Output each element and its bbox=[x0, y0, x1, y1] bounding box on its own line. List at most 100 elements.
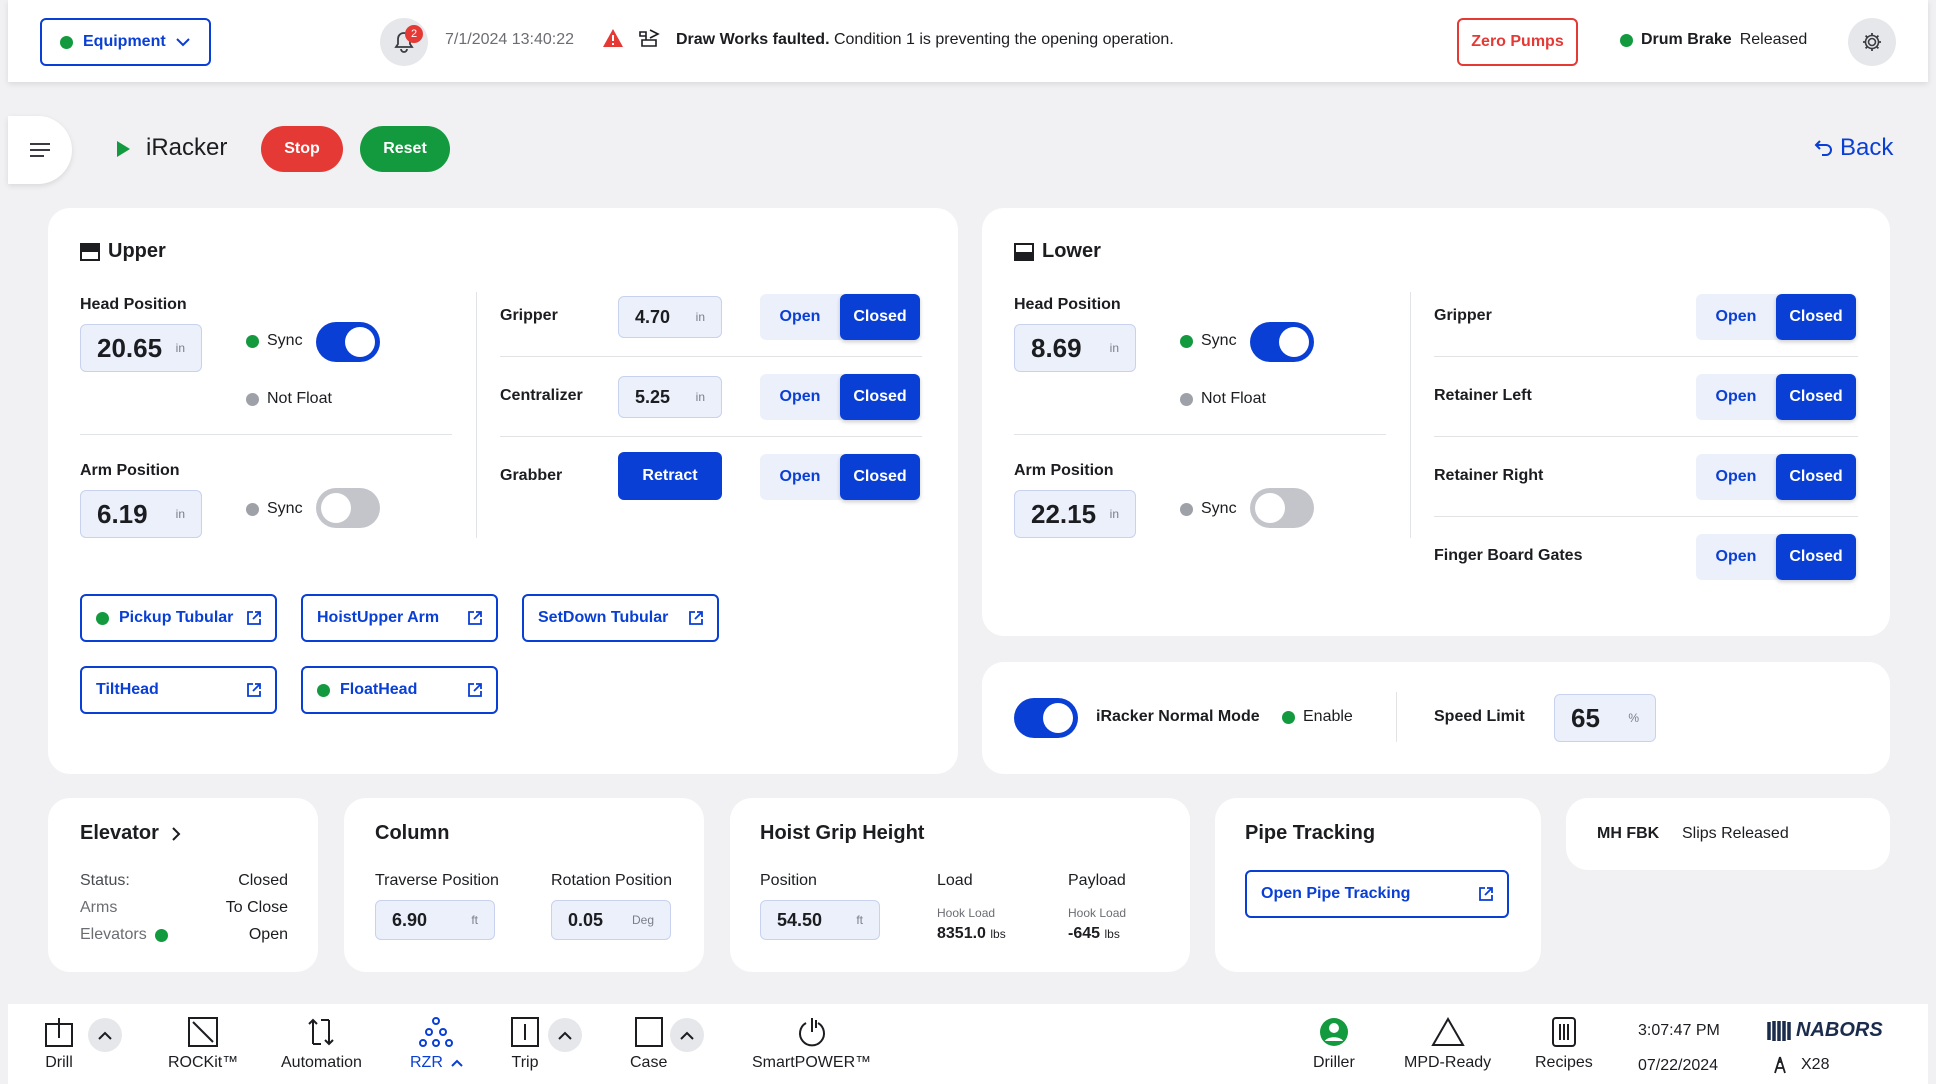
timestamp: 7/1/2024 13:40:22 bbox=[445, 31, 575, 48]
hoist-upper-arm-button[interactable]: HoistUpper Arm bbox=[301, 594, 498, 642]
upper-arm-position-value: 6.19 bbox=[97, 498, 148, 529]
payload-value: -645 bbox=[1068, 925, 1101, 942]
status-dot-icon bbox=[1180, 334, 1193, 348]
toggle-knob bbox=[1043, 703, 1073, 733]
open-button[interactable]: Open bbox=[1696, 534, 1776, 580]
lower-arm-position-field[interactable]: 22.15 in bbox=[1014, 490, 1136, 538]
tilt-head-button[interactable]: TiltHead bbox=[80, 666, 277, 714]
external-link-icon bbox=[247, 683, 261, 697]
zero-pumps-button[interactable]: Zero Pumps bbox=[1457, 18, 1578, 66]
menu-button[interactable] bbox=[8, 116, 72, 184]
finger-board-gates-label: Finger Board Gates bbox=[1434, 547, 1583, 564]
retract-button[interactable]: Retract bbox=[618, 452, 722, 500]
taskbar-automation[interactable]: Automation bbox=[281, 1016, 362, 1072]
upper-head-sync-toggle[interactable] bbox=[316, 322, 380, 362]
rig-tower-icon bbox=[1774, 1056, 1786, 1074]
lower-head-position-label: Head Position bbox=[1014, 296, 1121, 313]
upper-centralizer-field[interactable]: 5.25 in bbox=[618, 376, 722, 418]
upper-gripper-field[interactable]: 4.70 in bbox=[618, 296, 722, 338]
pickup-tubular-label: Pickup Tubular bbox=[119, 609, 234, 626]
fault-detail: Condition 1 is preventing the opening op… bbox=[829, 31, 1174, 48]
closed-button[interactable]: Closed bbox=[1776, 374, 1856, 420]
speed-limit-field[interactable]: 65 % bbox=[1554, 694, 1656, 742]
closed-button[interactable]: Closed bbox=[1776, 294, 1856, 340]
taskbar-recipes[interactable]: Recipes bbox=[1535, 1016, 1593, 1072]
upper-centralizer-open-closed: Open Closed bbox=[760, 374, 920, 420]
notifications-button[interactable] bbox=[380, 18, 428, 66]
divider bbox=[476, 292, 477, 538]
taskbar-drill[interactable]: Drill bbox=[44, 1016, 74, 1072]
divider bbox=[80, 434, 452, 435]
open-button[interactable]: Open bbox=[760, 454, 840, 500]
closed-button[interactable]: Closed bbox=[1776, 454, 1856, 500]
chevron-up-icon bbox=[558, 1031, 572, 1040]
taskbar-rockit[interactable]: ROCKit™ bbox=[168, 1016, 238, 1072]
taskbar-driller[interactable]: Driller bbox=[1313, 1016, 1355, 1072]
open-button[interactable]: Open bbox=[1696, 294, 1776, 340]
back-button[interactable]: Back bbox=[1814, 134, 1893, 162]
closed-button[interactable]: Closed bbox=[840, 294, 920, 340]
elevator-title-link[interactable]: Elevator bbox=[80, 822, 181, 845]
open-pipe-tracking-button[interactable]: Open Pipe Tracking bbox=[1245, 870, 1509, 918]
open-button[interactable]: Open bbox=[760, 374, 840, 420]
status-dot-icon bbox=[1620, 33, 1633, 47]
column-title: Column bbox=[375, 822, 450, 844]
gear-icon bbox=[1863, 33, 1881, 51]
elevator-status-value: Closed bbox=[238, 872, 288, 889]
divider bbox=[1396, 692, 1397, 742]
traverse-position-field[interactable]: 6.90 ft bbox=[375, 900, 495, 940]
setdown-tubular-button[interactable]: SetDown Tubular bbox=[522, 594, 719, 642]
unit-label: lbs bbox=[1104, 927, 1120, 941]
closed-button[interactable]: Closed bbox=[1776, 534, 1856, 580]
float-head-button[interactable]: FloatHead bbox=[301, 666, 498, 714]
lower-arm-sync-toggle[interactable] bbox=[1250, 488, 1314, 528]
upper-arm-position-label: Arm Position bbox=[80, 462, 180, 479]
taskbar-smartpower[interactable]: SmartPOWER™ bbox=[752, 1016, 871, 1072]
open-button[interactable]: Open bbox=[1696, 454, 1776, 500]
settings-button[interactable] bbox=[1848, 18, 1896, 66]
drum-brake-status: Drum Brake Released bbox=[1620, 31, 1807, 49]
taskbar-case[interactable]: Case bbox=[630, 1016, 667, 1072]
mh-fbk-value: Slips Released bbox=[1682, 825, 1789, 842]
case-expand-button[interactable] bbox=[670, 1018, 704, 1052]
stop-button[interactable]: Stop bbox=[261, 126, 343, 172]
open-button[interactable]: Open bbox=[760, 294, 840, 340]
speed-limit-value: 65 bbox=[1571, 702, 1600, 733]
upper-arm-sync-toggle[interactable] bbox=[316, 488, 380, 528]
hoist-position-field[interactable]: 54.50 ft bbox=[760, 900, 880, 940]
load-hook-load-label: Hook Load bbox=[937, 906, 996, 920]
case-label: Case bbox=[630, 1054, 668, 1071]
upper-gripper-value: 4.70 bbox=[635, 306, 671, 327]
reset-button[interactable]: Reset bbox=[360, 126, 450, 172]
unit-label: in bbox=[175, 507, 185, 521]
upper-arm-position-field[interactable]: 6.19 in bbox=[80, 490, 202, 538]
taskbar-trip[interactable]: Trip bbox=[510, 1016, 540, 1072]
closed-button[interactable]: Closed bbox=[840, 374, 920, 420]
unit-label: ft bbox=[856, 913, 863, 927]
taskbar-rzr[interactable]: RZR bbox=[410, 1016, 463, 1072]
chevron-up-icon bbox=[680, 1031, 694, 1040]
drill-expand-button[interactable] bbox=[88, 1018, 122, 1052]
trip-expand-button[interactable] bbox=[548, 1018, 582, 1052]
open-button[interactable]: Open bbox=[1696, 374, 1776, 420]
lower-head-sync-toggle[interactable] bbox=[1250, 322, 1314, 362]
normal-mode-toggle[interactable] bbox=[1014, 698, 1078, 738]
upper-head-position-field[interactable]: 20.65 in bbox=[80, 324, 202, 372]
hamburger-icon bbox=[30, 143, 50, 157]
taskbar-mpd-ready[interactable]: MPD-Ready bbox=[1404, 1016, 1491, 1072]
retainer-right-open-closed: Open Closed bbox=[1696, 454, 1856, 500]
tilt-head-label: TiltHead bbox=[96, 681, 159, 698]
lower-not-float-status: Not Float bbox=[1180, 390, 1266, 408]
setdown-tubular-label: SetDown Tubular bbox=[538, 609, 669, 626]
closed-button[interactable]: Closed bbox=[840, 454, 920, 500]
external-link-icon bbox=[247, 611, 261, 625]
lower-title: Lower bbox=[1014, 240, 1101, 263]
equipment-dropdown[interactable]: Equipment bbox=[40, 18, 211, 66]
status-dot-icon bbox=[96, 611, 109, 625]
open-pipe-tracking-label: Open Pipe Tracking bbox=[1261, 885, 1411, 902]
load-value: 8351.0 bbox=[937, 925, 986, 942]
status-dot-icon bbox=[246, 502, 259, 516]
pickup-tubular-button[interactable]: Pickup Tubular bbox=[80, 594, 277, 642]
lower-head-position-field[interactable]: 8.69 in bbox=[1014, 324, 1136, 372]
rotation-position-field[interactable]: 0.05 Deg bbox=[551, 900, 671, 940]
